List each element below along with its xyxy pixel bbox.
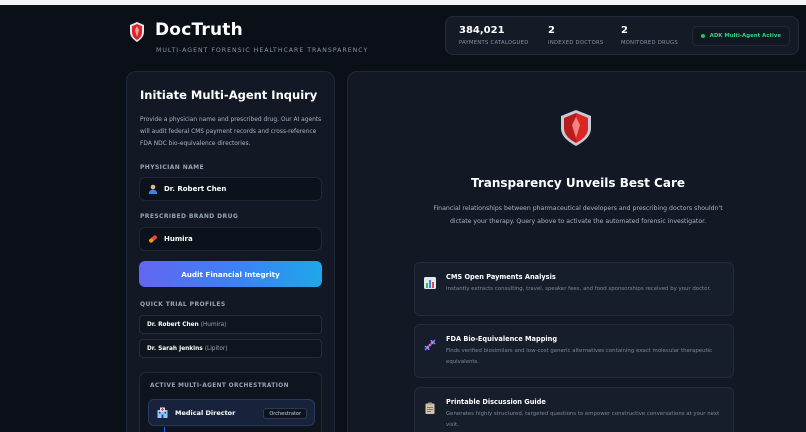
dna-icon [424,339,436,351]
audit-button[interactable]: Audit Financial Integrity [139,261,322,287]
feature-description: Instantly extracts consulting, travel, s… [446,286,711,292]
shield-logo-icon [130,22,144,42]
feature-card: CMS Open Payments Analysis Instantly ext… [414,262,734,316]
feature-description: Generates highly structured, targeted qu… [446,411,720,428]
bar-chart-icon [424,277,436,289]
feature-card: FDA Bio-Equivalence Mapping Finds verifi… [414,324,734,378]
feature-title: FDA Bio-Equivalence Mapping [446,335,558,343]
hospital-icon [157,407,168,418]
stat-value: 2 [548,25,555,36]
drug-input[interactable]: Humira [139,227,322,251]
orchestration-connector [164,427,165,432]
feature-title: CMS Open Payments Analysis [446,273,556,281]
profile-drug: (Humira) [200,321,227,328]
orchestration-panel: ACTIVE MULTI-AGENT ORCHESTRATION Medical… [139,372,322,432]
results-panel: Transparency Unveils Best Care Financial… [347,71,806,432]
agent-card[interactable]: Medical Director Orchestrator [148,399,315,426]
quick-profile-item[interactable]: Dr. Robert Chen (Humira) [139,315,322,334]
agent-role-badge: Orchestrator [263,408,307,419]
status-badge: ADK Multi-Agent Active [691,26,790,46]
stat-payments: 384,021 PAYMENTS CATALOGUED [459,25,529,46]
top-strip [0,0,806,5]
brand: DocTruth MULTI-AGENT FORENSIC HEALTHCARE… [130,20,367,54]
clipboard-icon [425,402,435,414]
quick-profile-item[interactable]: Dr. Sarah Jenkins (Lipitor) [139,339,322,358]
pill-icon [149,235,157,243]
inquiry-description: Provide a physician name and prescribed … [140,117,322,147]
feature-card: Printable Discussion Guide Generates hig… [414,387,734,432]
status-dot-icon [700,34,705,38]
app-name: DocTruth [155,20,243,40]
quick-profiles-label: QUICK TRIAL PROFILES [140,301,226,308]
hero-description: Financial relationships between pharmace… [433,205,723,225]
hero-title: Transparency Unveils Best Care [470,176,686,190]
stats-bar: 384,021 PAYMENTS CATALOGUED 2 INDEXED DO… [445,16,799,55]
drug-label: PRESCRIBED BRAND DRUG [140,213,239,220]
feature-title: Printable Discussion Guide [446,398,546,406]
user-icon [148,184,158,194]
status-badge-label: ADK Multi-Agent Active [709,33,781,39]
drug-value: Humira [164,235,193,243]
inquiry-panel: Initiate Multi-Agent Inquiry Provide a p… [126,71,335,432]
stat-drugs: 2 MONITORED DRUGS [621,25,678,46]
agent-name: Medical Director [175,408,236,417]
physician-input[interactable]: Dr. Robert Chen [139,177,322,201]
stat-label: MONITORED DRUGS [621,40,678,46]
app-tagline: MULTI-AGENT FORENSIC HEALTHCARE TRANSPAR… [156,47,369,54]
profile-name: Dr. Robert Chen [147,321,199,328]
orchestration-label: ACTIVE MULTI-AGENT ORCHESTRATION [150,383,289,389]
feature-description: Finds verified biosimilars and low-cost … [446,348,713,365]
stat-value: 2 [621,25,628,36]
profile-drug: (Lipitor) [204,345,228,352]
shield-hero-icon [561,110,591,146]
stat-label: PAYMENTS CATALOGUED [459,40,529,46]
stat-label: INDEXED DOCTORS [548,40,604,46]
stat-value: 384,021 [459,25,505,36]
stat-doctors: 2 INDEXED DOCTORS [548,25,604,46]
inquiry-title: Initiate Multi-Agent Inquiry [140,88,318,102]
profile-name: Dr. Sarah Jenkins [147,345,203,352]
physician-value: Dr. Robert Chen [164,185,227,193]
physician-label: PHYSICIAN NAME [140,164,205,171]
